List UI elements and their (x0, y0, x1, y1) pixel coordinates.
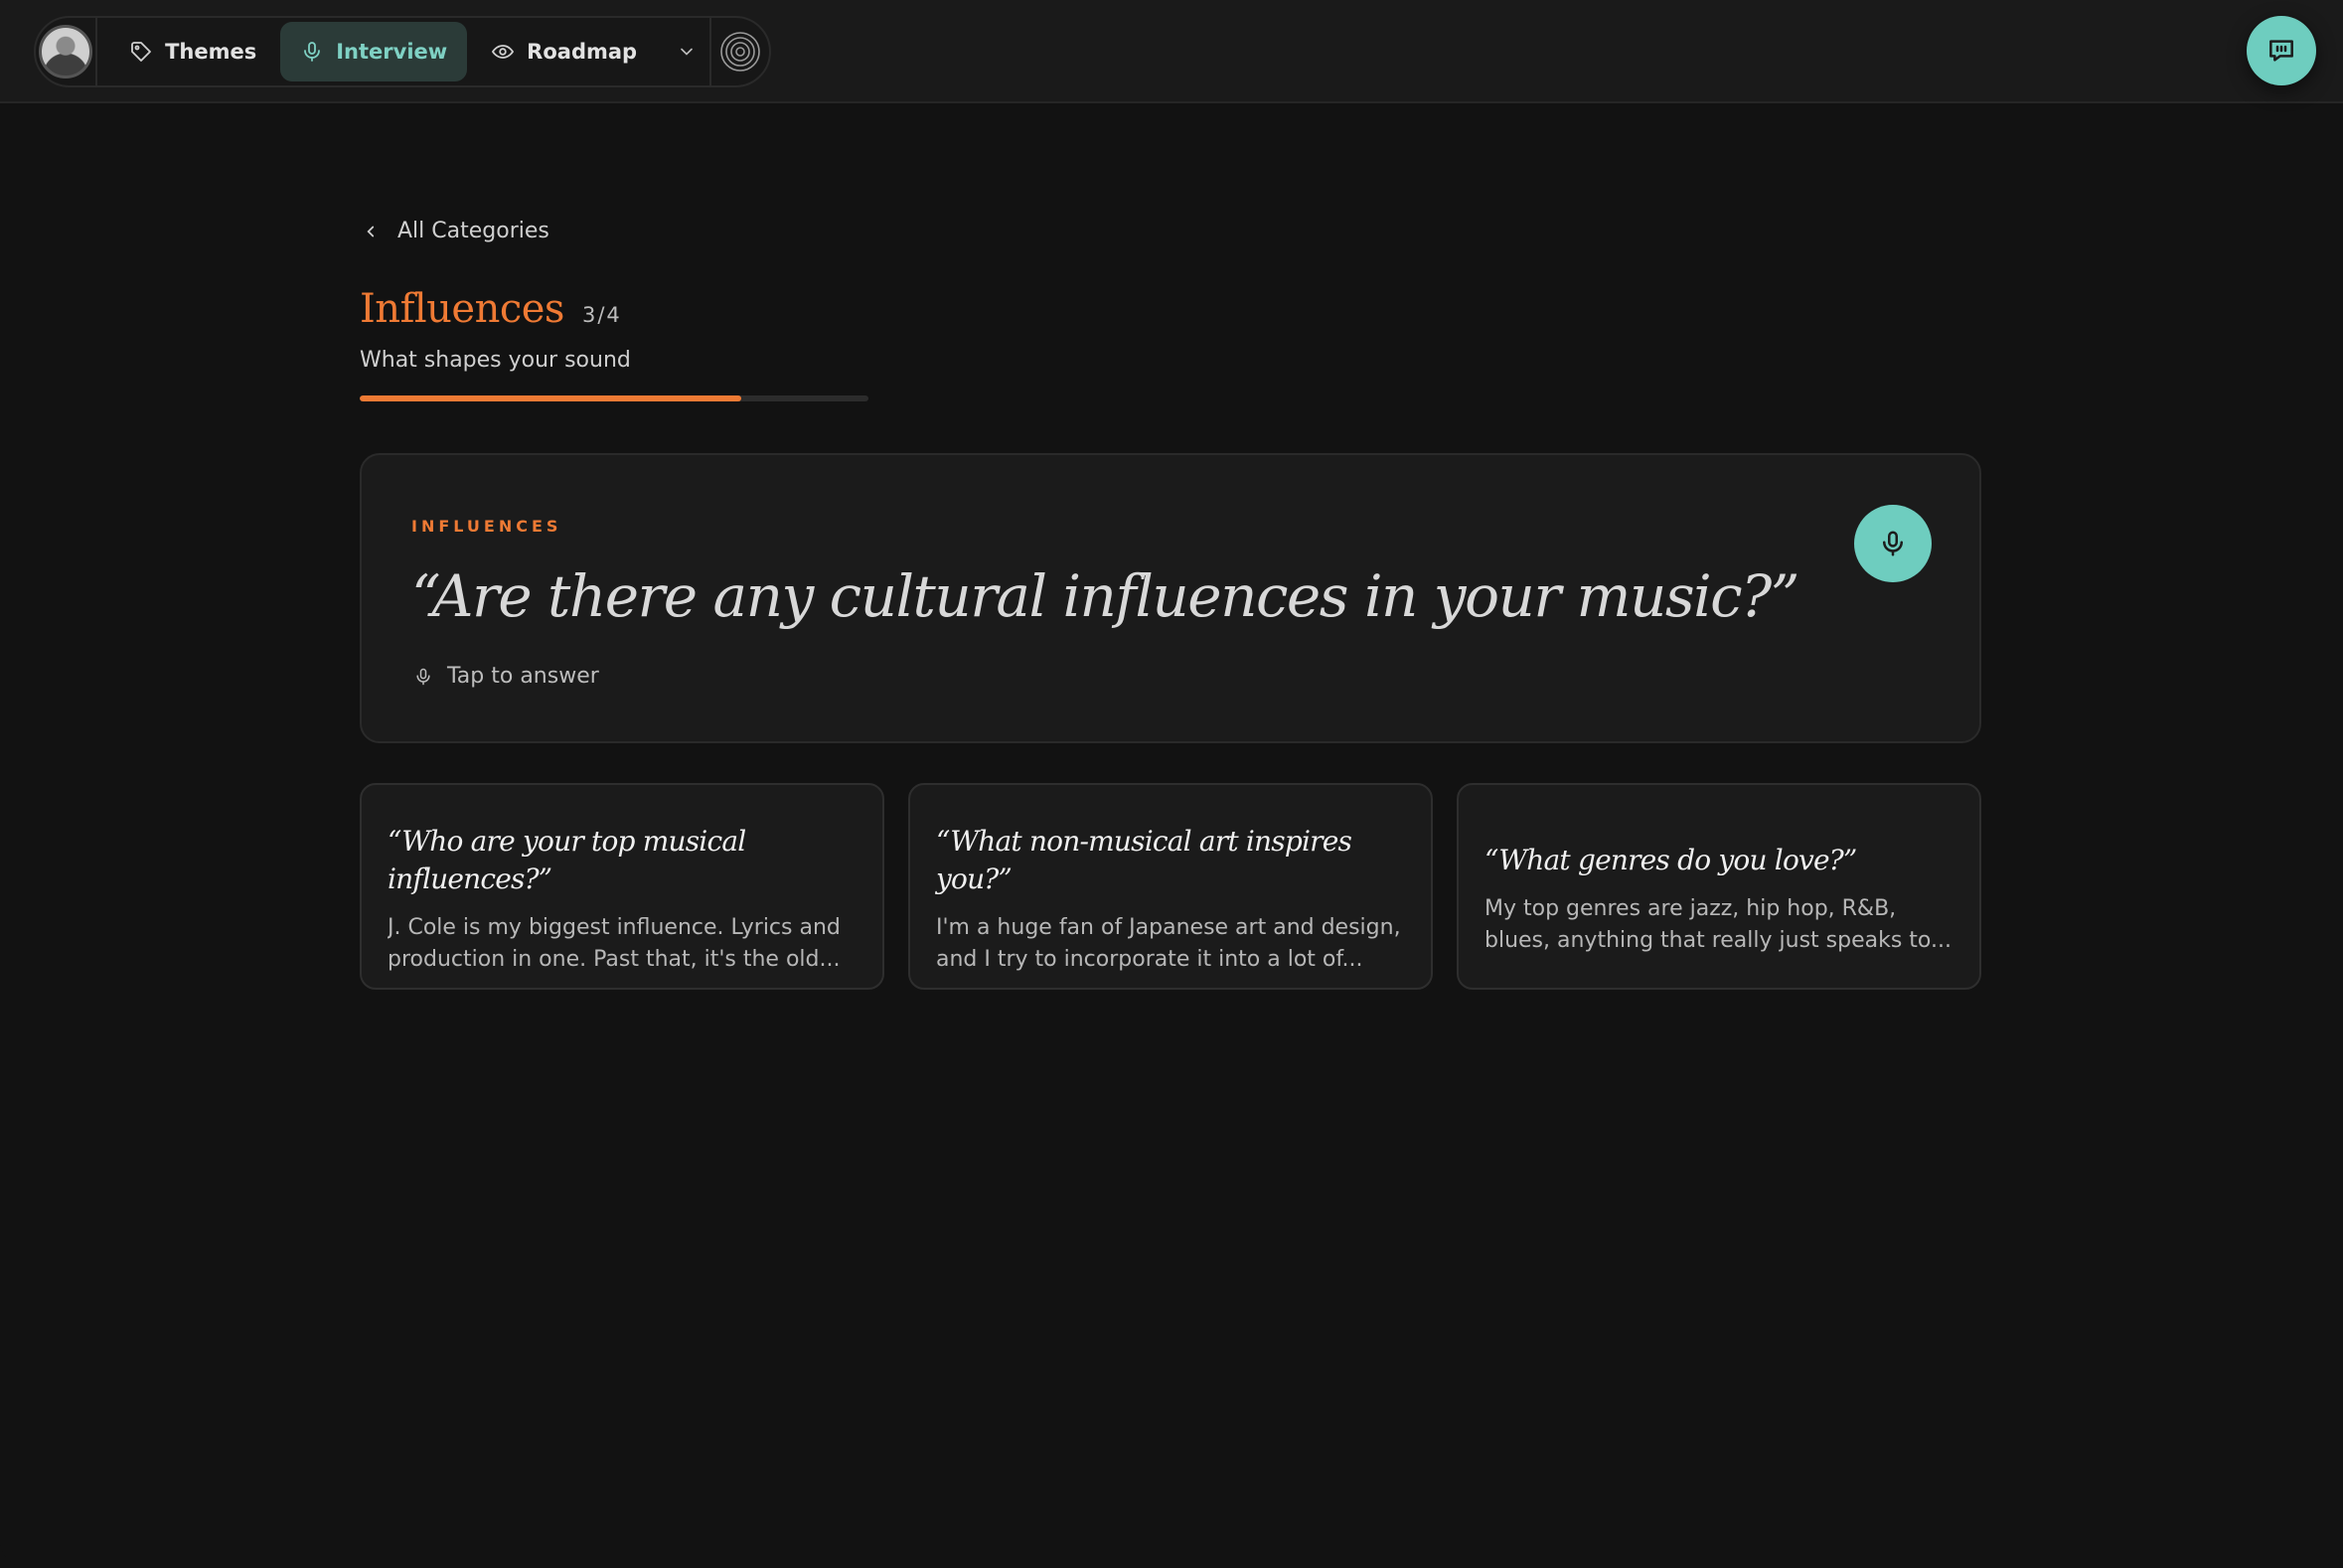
microphone-icon (1883, 531, 1903, 556)
top-bar: Themes Interview Roadmap (0, 0, 2343, 103)
tap-label: Tap to answer (447, 664, 599, 689)
nav-item-themes[interactable]: Themes (109, 22, 276, 81)
back-to-categories-link[interactable]: All Categories (362, 219, 549, 243)
current-question-card[interactable]: INFLUENCES “Are there any cultural influ… (360, 453, 1981, 743)
answered-question-preview: J. Cole is my biggest influence. Lyrics … (388, 915, 841, 972)
nav-item-interview[interactable]: Interview (280, 22, 468, 81)
category-header: Influences 3/4 (360, 286, 622, 332)
tap-to-answer[interactable]: Tap to answer (413, 664, 599, 689)
nav-more-dropdown[interactable] (671, 22, 703, 81)
vinyl-button[interactable] (708, 18, 769, 85)
microphone-icon (304, 42, 321, 62)
avatar-button[interactable] (36, 18, 98, 85)
answered-question-text: “What genres do you love?” (1484, 844, 1857, 876)
avatar (39, 25, 93, 78)
nav-item-label: Themes (165, 40, 257, 64)
answered-question-text: “What non-musical art inspires you?” (936, 825, 1352, 895)
answered-question-card[interactable]: “What genres do you love?” My top genres… (1457, 783, 1981, 990)
category-progress-bar (360, 395, 868, 401)
eye-icon (492, 45, 515, 59)
question-text: “Are there any cultural influences in yo… (411, 562, 1799, 630)
microphone-icon (416, 668, 430, 685)
chevron-left-icon (367, 226, 375, 236)
vinyl-record-icon (719, 32, 760, 72)
question-category-label: INFLUENCES (411, 517, 562, 536)
category-subtitle: What shapes your sound (360, 348, 631, 373)
nav-item-label: Interview (336, 40, 448, 64)
answered-question-preview: I'm a huge fan of Japanese art and desig… (936, 915, 1401, 972)
nav-item-roadmap[interactable]: Roadmap (471, 22, 657, 81)
tag-icon (131, 42, 151, 62)
answered-question-card[interactable]: “What non-musical art inspires you?” I'm… (908, 783, 1433, 990)
progress-fill (360, 395, 741, 401)
answered-question-card[interactable]: “Who are your top musical influences?” J… (360, 783, 884, 990)
category-title: Influences (360, 286, 564, 332)
chevron-down-icon (681, 48, 694, 56)
app-window: Themes Interview Roadmap All Categories … (0, 0, 2343, 1568)
record-answer-button[interactable] (1854, 505, 1932, 582)
nav-item-label: Roadmap (527, 40, 638, 64)
feedback-chat-button[interactable] (2247, 16, 2316, 85)
category-count: 3/4 (581, 303, 622, 327)
answered-question-text: “Who are your top musical influences?” (388, 825, 746, 895)
chat-bubble-icon (2269, 40, 2293, 62)
answered-question-preview: My top genres are jazz, hip hop, R&B, bl… (1484, 896, 1952, 953)
back-label: All Categories (397, 219, 549, 243)
nav-pill: Themes Interview Roadmap (34, 16, 771, 87)
